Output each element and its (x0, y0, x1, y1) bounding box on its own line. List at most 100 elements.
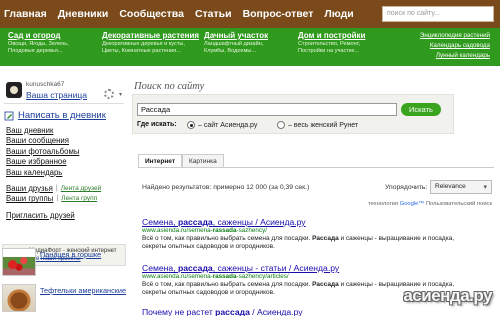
nav-communities[interactable]: Сообщества (119, 8, 184, 20)
gear-icon[interactable] (104, 89, 114, 99)
result-snippet: Всё о том, как правильно выбрать семена … (142, 235, 492, 243)
article-link[interactable]: Панацея в горшке (40, 250, 101, 278)
scope-web-radio[interactable]: – весь женский Рунет (277, 121, 358, 129)
avatar[interactable] (6, 82, 22, 98)
tab-internet[interactable]: Интернет (138, 154, 183, 167)
menu-item-photoalbums[interactable]: Ваши фотоальбомы (6, 147, 124, 157)
article-teaser: Панацея в горшке (2, 248, 128, 278)
order-select[interactable]: Relevance (430, 180, 492, 194)
title-part: , саженцы - статьи / Асиенда.ру (212, 263, 340, 273)
search-scope-label: Где искать: (137, 121, 177, 128)
result-title-link[interactable]: Почему не растет рассада / Асиенда.ру (142, 307, 492, 316)
menu-item-friends-feed[interactable]: Лента друзей (61, 184, 102, 194)
gardener-calendar-link[interactable]: Календарь садовода (420, 41, 490, 51)
scope-site-radio[interactable]: – сайт Асиенда.ру (187, 121, 257, 129)
search-result: Почему не растет рассада / Асиенда.ру (142, 307, 492, 316)
write-diary-label: Написать в дневник (18, 110, 106, 121)
url-highlight: rassada (212, 227, 237, 234)
nav-diaries[interactable]: Дневники (58, 8, 109, 20)
extra-links: Энциклопедия растений Календарь садовода… (420, 31, 490, 61)
menu-item-favorites[interactable]: Ваше избранное (6, 157, 124, 167)
menu-item-friends[interactable]: Ваши друзья (6, 184, 53, 194)
chevron-down-icon[interactable]: ▾ (119, 91, 122, 98)
category-title[interactable]: Декоративные растения (102, 31, 199, 41)
menu-item-groups-feed[interactable]: Лента групп (61, 194, 97, 204)
scope-web-label: – весь женский Рунет (288, 121, 359, 129)
snippet-part: Всё о том, как правильно выбрать семена … (142, 281, 313, 288)
result-title-link[interactable]: Семена, рассада, саженцы - статьи / Асие… (142, 263, 492, 273)
site-watermark: асиенда.ру (403, 286, 492, 305)
write-diary-link[interactable]: Написать в дневник (4, 110, 106, 121)
search-input[interactable]: Рассада (137, 103, 397, 116)
article-teaser: Тефтельки американские (2, 284, 128, 314)
url-part: -sazhency/ (236, 227, 267, 234)
url-part: -sazhency/articles/ (236, 273, 289, 280)
category-dacha: Дачный участок Ландшафтный дизайн, Клумб… (204, 31, 288, 66)
search-button[interactable]: Искать (401, 103, 441, 116)
username: kunuschka67 (26, 81, 65, 88)
snippet-part: и саженцы - выращивание и посадка, (338, 235, 455, 242)
powered-suffix: Пользовательский поиск (425, 201, 492, 207)
plant-encyclopedia-link[interactable]: Энциклопедия растений (420, 31, 490, 41)
title-part: , саженцы / Асиенда.ру (212, 217, 306, 227)
scope-site-label: – сайт Асиенда.ру (198, 121, 258, 129)
radio-checked[interactable] (187, 121, 195, 129)
category-subtitle[interactable]: Декоративные деревья и кусты, (102, 41, 194, 48)
result-tabs: Интернет Картинка (138, 154, 224, 167)
category-garden: Сад и огород Овощи, Ягоды, Зелень, Плодо… (8, 31, 92, 66)
category-subtitle[interactable]: Плодовые деревья... (8, 48, 92, 55)
title-highlight: рассада (177, 217, 213, 227)
top-navigation: Главная Дневники Сообщества Статьи Вопро… (0, 0, 500, 28)
google-logo: Google™ (399, 201, 425, 207)
result-url: www.asienda.ru/semena-rassada-sazhency/a… (142, 273, 492, 281)
menu-row-friends: Ваши друзья | Лента друзей (6, 184, 124, 194)
snippet-part: Всё о том, как правильно выбрать семена … (142, 235, 313, 242)
article-link[interactable]: Тефтельки американские (40, 286, 126, 314)
search-result: Семена, рассада, саженцы / Асиенда.ру ww… (142, 217, 492, 251)
site-search-input[interactable]: поиск по сайту... (382, 6, 494, 22)
title-highlight: рассада (215, 307, 250, 316)
lunar-calendar-link[interactable]: Лунный календарь (420, 51, 490, 61)
menu-item-diary[interactable]: Ваш дневник (6, 126, 124, 136)
menu-item-groups[interactable]: Ваши группы (6, 194, 53, 204)
category-subtitle[interactable]: Цветы, Комнатные растения... (102, 48, 194, 55)
nav-articles[interactable]: Статьи (195, 8, 232, 20)
category-title[interactable]: Дом и постройки (298, 31, 382, 41)
powered-by: технология Google™ Пользовательский поис… (368, 201, 492, 207)
url-part: www.asienda.ru/semena- (142, 227, 213, 234)
tab-images[interactable]: Картинка (182, 154, 224, 167)
menu-row-groups: Ваши группы | Лента групп (6, 194, 124, 204)
title-part: Семена, (142, 263, 178, 273)
category-subtitle[interactable]: Овощи, Ягоды, Зелень, (8, 41, 92, 48)
left-sidebar: kunuschka67 Ваша страница ▾ Написать в д… (0, 72, 128, 316)
separator: | (55, 185, 58, 193)
category-subtitle[interactable]: Клумбы, Водоемы... (204, 48, 288, 55)
category-title[interactable]: Дачный участок (204, 31, 288, 41)
result-title-link[interactable]: Семена, рассада, саженцы / Асиенда.ру (142, 217, 492, 227)
menu-item-invite[interactable]: Пригласить друзей (6, 211, 124, 221)
title-part: Почему не растет (142, 307, 216, 316)
title-part: / Асиенда.ру (249, 307, 303, 316)
category-subtitle[interactable]: Постройки на участке... (298, 48, 382, 55)
user-box: kunuschka67 Ваша страница ▾ (4, 78, 124, 104)
page-title: Поиск по сайту (134, 81, 205, 92)
user-menu: Ваш дневник Ваши сообщения Ваши фотоальб… (6, 126, 124, 221)
radio-unchecked[interactable] (277, 121, 285, 129)
category-title[interactable]: Сад и огород (8, 31, 92, 41)
menu-item-calendar[interactable]: Ваш календарь (6, 168, 124, 178)
my-page-link[interactable]: Ваша страница (26, 90, 87, 100)
nav-home[interactable]: Главная (4, 8, 47, 20)
nav-people[interactable]: Люди (324, 8, 353, 20)
category-house: Дом и постройки Строительство, Ремонт, П… (298, 31, 382, 66)
category-subtitle[interactable]: Строительство, Ремонт, (298, 41, 382, 48)
nav-qa[interactable]: Вопрос-ответ (243, 8, 314, 20)
category-subtitle[interactable]: Ландшафтный дизайн, (204, 41, 288, 48)
article-thumbnail[interactable] (2, 248, 36, 276)
tab-divider (138, 167, 494, 168)
url-part: www.asienda.ru/semena- (142, 273, 213, 280)
snippet-highlight: Рассада (312, 281, 339, 288)
article-thumbnail[interactable] (2, 284, 36, 312)
pencil-icon (4, 111, 14, 120)
menu-item-messages[interactable]: Ваши сообщения (6, 136, 124, 146)
category-decorative: Декоративные растения Декоративные дерев… (102, 31, 199, 66)
